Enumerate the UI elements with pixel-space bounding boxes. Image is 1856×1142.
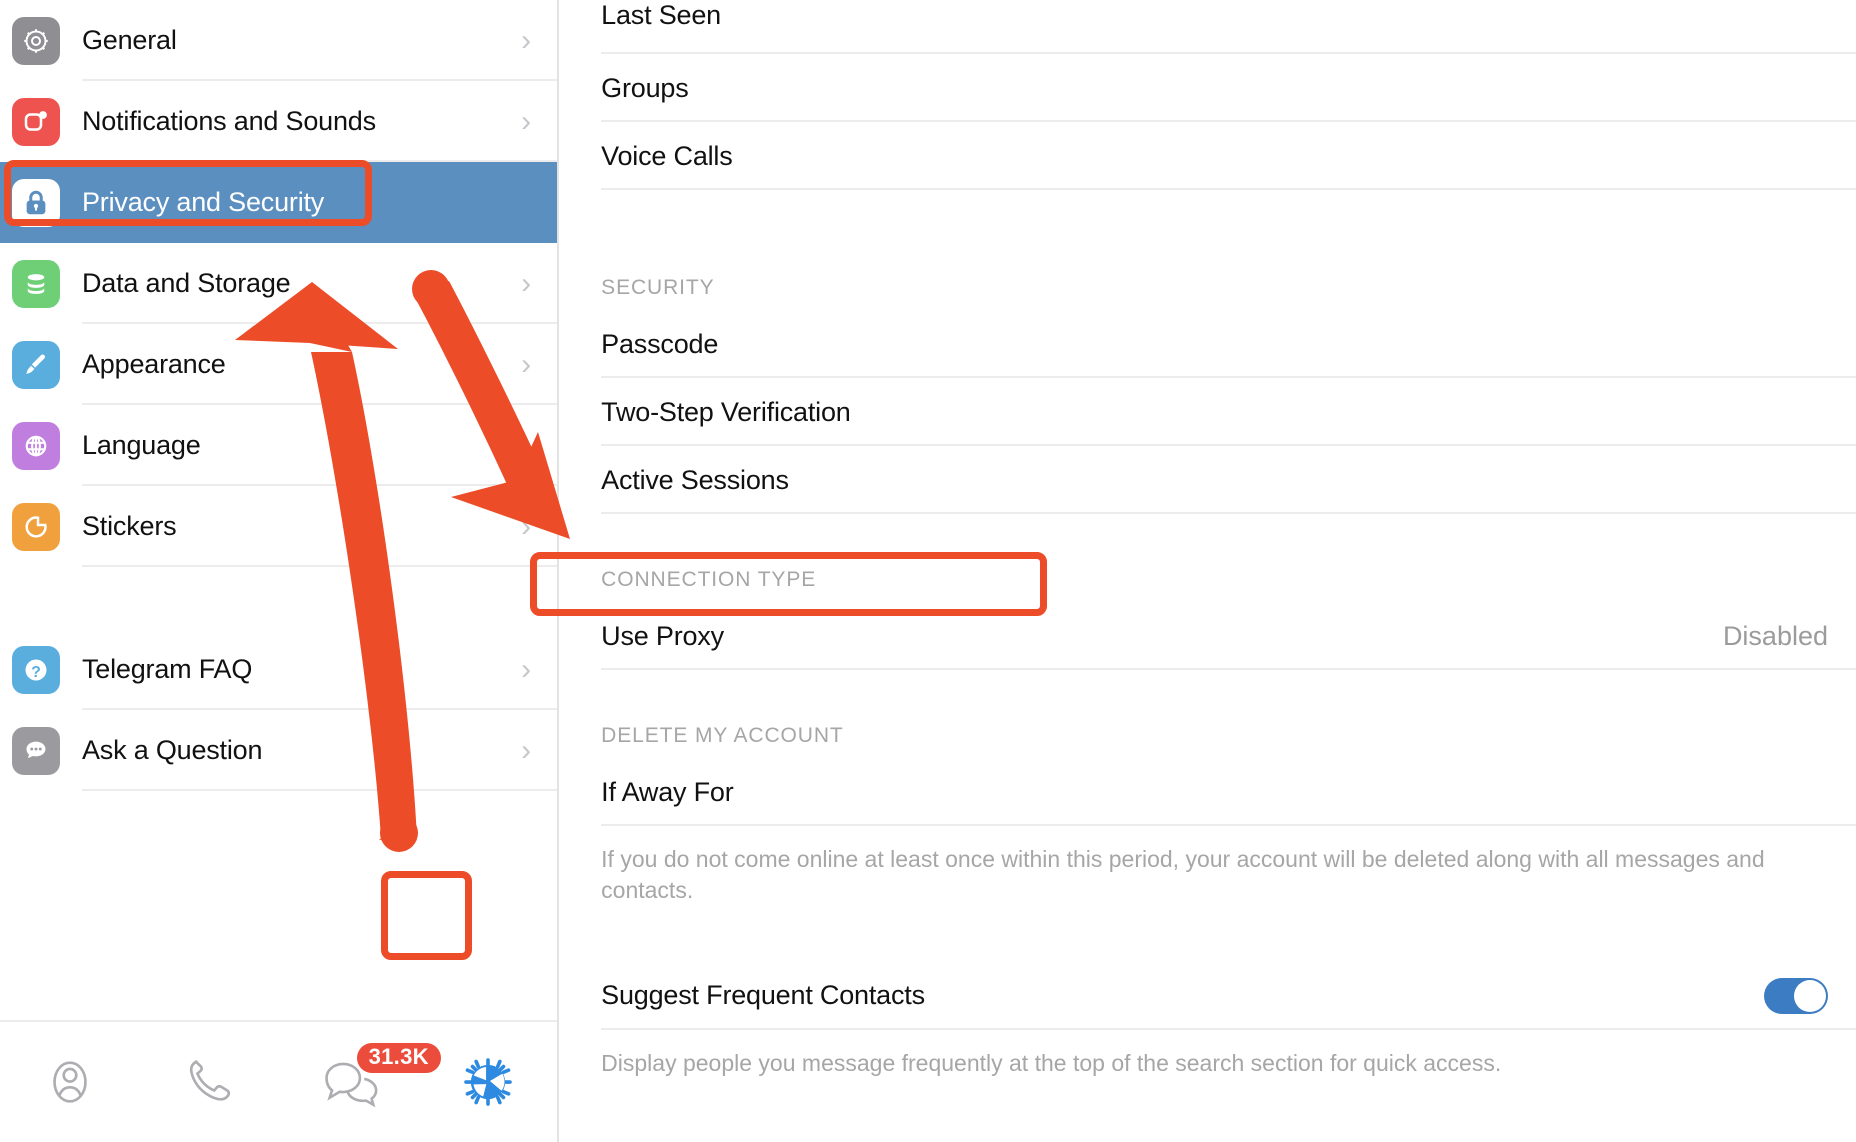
chevron-right-icon: › [521, 509, 532, 543]
chevron-right-icon: › [521, 428, 532, 462]
section-header-security: SECURITY [601, 276, 715, 299]
toggle-knob [1794, 979, 1826, 1012]
row-title: Last Seen [601, 0, 721, 30]
chevron-right-icon: › [521, 23, 532, 57]
phone-icon [180, 1053, 238, 1111]
chevron-right-icon: › [521, 733, 532, 767]
divider [601, 1027, 1856, 1030]
sidebar-scroll-area[interactable]: General › Notifications and Sounds › Pri… [0, 0, 558, 1020]
suggest-frequent-contacts-toggle[interactable] [1764, 977, 1828, 1014]
sidebar-item-stickers[interactable]: Stickers › [0, 486, 558, 567]
chevron-right-icon: › [521, 266, 532, 300]
sidebar-item-label: Telegram FAQ [82, 654, 253, 684]
row-active-sessions[interactable]: Active Sessions [559, 446, 1856, 514]
sidebar-item-label: Ask a Question [82, 735, 263, 765]
row-last-seen[interactable]: Last Seen [559, 0, 1856, 54]
lock-icon [12, 178, 60, 227]
tab-settings[interactable] [418, 1021, 557, 1142]
chat-bubble-icon [12, 726, 60, 775]
row-passcode[interactable]: Passcode [559, 310, 1856, 378]
sidebar-item-appearance[interactable]: Appearance › [0, 324, 558, 405]
sidebar-item-privacy-and-security[interactable]: Privacy and Security [0, 162, 558, 243]
sidebar-item-label: Privacy and Security [82, 187, 325, 217]
sidebar-item-notifications-and-sounds[interactable]: Notifications and Sounds › [0, 81, 558, 162]
row-suggest-frequent-contacts[interactable]: Suggest Frequent Contacts [559, 962, 1856, 1030]
bottom-tab-bar: 31.3K [0, 1020, 558, 1142]
globe-icon [12, 421, 60, 470]
row-groups[interactable]: Groups [559, 54, 1856, 122]
sidebar-item-label: Appearance [82, 349, 226, 379]
row-title: Passcode [601, 328, 719, 359]
divider [601, 188, 1856, 190]
divider [601, 512, 1856, 514]
row-title: If Away For [601, 776, 734, 807]
row-if-away-for[interactable]: If Away For [559, 758, 1856, 826]
settings-sidebar: General › Notifications and Sounds › Pri… [0, 0, 560, 1142]
sidebar-item-data-and-storage[interactable]: Data and Storage › [0, 243, 558, 324]
tab-calls[interactable] [139, 1021, 278, 1142]
tab-contacts[interactable] [0, 1021, 139, 1142]
database-icon [12, 259, 60, 308]
sidebar-item-label: Stickers [82, 511, 177, 541]
gear-icon [12, 16, 60, 65]
divider [82, 789, 558, 791]
sidebar-item-label: Notifications and Sounds [82, 106, 376, 136]
row-value: Disabled [1722, 620, 1828, 651]
sidebar-group-gap [0, 567, 558, 629]
sidebar-item-general[interactable]: General › [0, 0, 558, 81]
row-title: Voice Calls [601, 140, 733, 171]
section-header-delete-my-account: DELETE MY ACCOUNT [601, 724, 844, 747]
sidebar-item-label: Language [82, 430, 201, 460]
row-two-step-verification[interactable]: Two-Step Verification [559, 378, 1856, 446]
section-header-connection-type: CONNECTION TYPE [601, 568, 817, 591]
sticker-icon [12, 502, 60, 551]
paintbrush-icon [12, 340, 60, 389]
sidebar-item-label: General [82, 25, 177, 55]
divider [601, 824, 1856, 826]
delete-account-note: If you do not come online at least once … [601, 846, 1765, 903]
settings-gear-icon [459, 1053, 517, 1111]
suggest-frequent-contacts-note: Display people you message frequently at… [601, 1049, 1502, 1076]
chevron-right-icon: › [521, 652, 532, 686]
divider [601, 668, 1856, 670]
person-icon [41, 1053, 99, 1111]
telegram-settings-window: General › Notifications and Sounds › Pri… [0, 0, 1856, 1142]
svg-text:?: ? [31, 663, 41, 680]
privacy-and-security-panel[interactable]: Last Seen Groups Voice Calls SECURITY Pa… [559, 0, 1856, 1142]
sidebar-item-label: Data and Storage [82, 268, 291, 298]
row-title: Use Proxy [601, 620, 724, 651]
row-title: Active Sessions [601, 464, 789, 495]
chevron-right-icon: › [521, 104, 532, 138]
row-title: Suggest Frequent Contacts [601, 980, 925, 1011]
chevron-right-icon: › [521, 347, 532, 381]
bell-notification-icon [12, 97, 60, 146]
tab-chats[interactable]: 31.3K [279, 1021, 441, 1142]
sidebar-item-telegram-faq[interactable]: ? Telegram FAQ › [0, 629, 558, 710]
row-title: Two-Step Verification [601, 396, 851, 427]
question-mark-icon: ? [12, 645, 60, 694]
row-use-proxy[interactable]: Use Proxy Disabled [559, 602, 1856, 670]
divider [82, 565, 558, 567]
row-voice-calls[interactable]: Voice Calls [559, 122, 1856, 190]
row-title: Groups [601, 72, 689, 103]
sidebar-item-ask-a-question[interactable]: Ask a Question › [0, 710, 558, 791]
sidebar-item-language[interactable]: Language › [0, 405, 558, 486]
